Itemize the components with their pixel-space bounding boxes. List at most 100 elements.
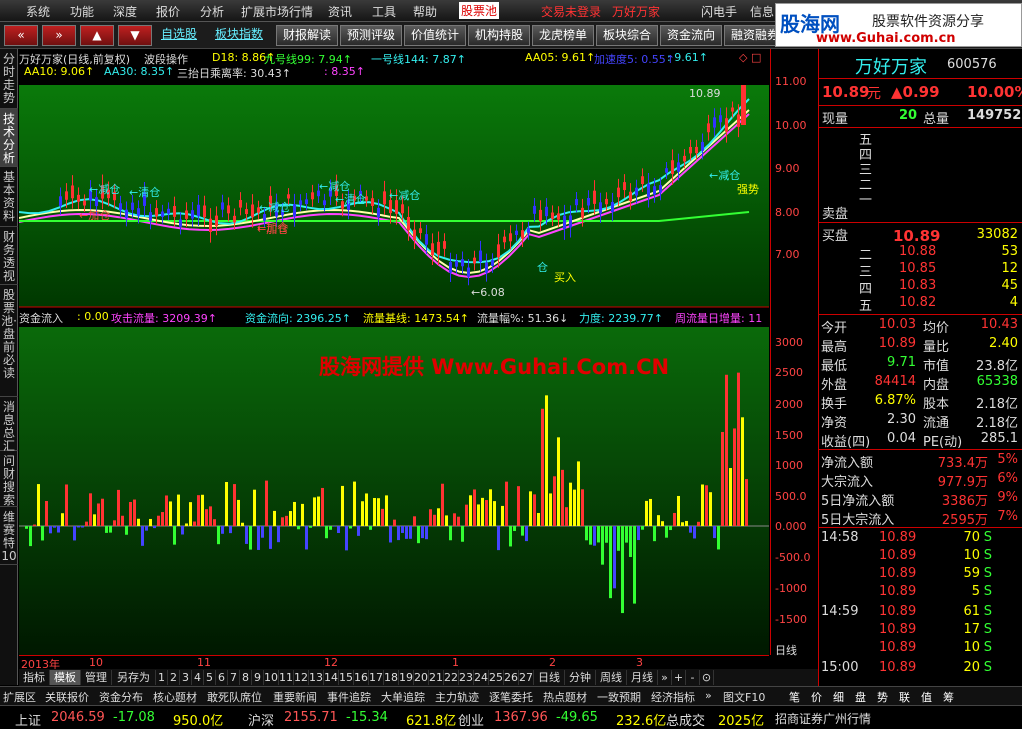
period-4[interactable]: 1: [156, 670, 168, 685]
left-tab-0[interactable]: 分时走势: [0, 49, 18, 109]
period-29[interactable]: 26: [504, 670, 519, 685]
period-38[interactable]: ⊙: [700, 670, 714, 685]
period-11[interactable]: 8: [240, 670, 252, 685]
period-14[interactable]: 11: [279, 670, 294, 685]
bottom-tab-20[interactable]: 联: [899, 689, 910, 705]
nav-button-0[interactable]: «: [4, 25, 38, 46]
bottom-tab-10[interactable]: 热点题材: [543, 689, 587, 705]
period-0[interactable]: 指标: [19, 670, 50, 685]
toolbar-link-0[interactable]: 自选股: [150, 25, 208, 46]
bottom-tab-17[interactable]: 细: [833, 689, 844, 705]
bottom-tab-1[interactable]: 关联报价: [45, 689, 89, 705]
period-36[interactable]: +: [672, 670, 686, 685]
menu-12[interactable]: 闪电手: [701, 3, 737, 20]
menu-7[interactable]: 工具: [372, 3, 396, 20]
period-34[interactable]: 月线: [627, 670, 658, 685]
menu-13[interactable]: 信息: [750, 3, 774, 20]
menu-8[interactable]: 帮助: [413, 3, 437, 20]
toolbar-button-5[interactable]: 板块综合: [596, 25, 658, 46]
period-24[interactable]: 21: [429, 670, 444, 685]
period-5[interactable]: 2: [168, 670, 180, 685]
period-3[interactable]: 另存为: [112, 670, 156, 685]
period-12[interactable]: 9: [252, 670, 264, 685]
bottom-tab-7[interactable]: 大单追踪: [381, 689, 425, 705]
toolbar-link-1[interactable]: 板块指数: [210, 25, 268, 46]
menu-5[interactable]: 扩展市场行情: [241, 3, 313, 20]
nav-button-2[interactable]: ▲: [80, 25, 114, 46]
bottom-tab-8[interactable]: 主力轨迹: [435, 689, 479, 705]
toolbar-button-0[interactable]: 财报解读: [276, 25, 338, 46]
left-tab-2[interactable]: 基本资料: [0, 167, 18, 227]
period-6[interactable]: 3: [180, 670, 192, 685]
period-32[interactable]: 分钟: [565, 670, 596, 685]
menu-3[interactable]: 报价: [156, 3, 180, 20]
period-8[interactable]: 5: [204, 670, 216, 685]
left-tab-6[interactable]: 问财搜索: [0, 451, 18, 507]
bottom-tab-22[interactable]: 筹: [943, 689, 954, 705]
bottom-tab-15[interactable]: 笔: [789, 689, 800, 705]
menu-1[interactable]: 功能: [70, 3, 94, 20]
bottom-tab-9[interactable]: 逐笔委托: [489, 689, 533, 705]
nav-button-1[interactable]: »: [42, 25, 76, 46]
period-27[interactable]: 24: [474, 670, 489, 685]
menu-10[interactable]: 交易未登录: [541, 3, 601, 20]
chart-area[interactable]: 万好万家(日线,前复权) 波段操作 D18: 8.86↑ 九号线99: 7.94↑ 一号…: [19, 49, 769, 655]
period-22[interactable]: 19: [399, 670, 414, 685]
left-tab-7[interactable]: 维赛特10: [0, 507, 18, 565]
period-16[interactable]: 13: [309, 670, 324, 685]
toolbar-button-4[interactable]: 龙虎榜单: [532, 25, 594, 46]
bottom-tab-4[interactable]: 敢死队席位: [207, 689, 262, 705]
period-18[interactable]: 15: [339, 670, 354, 685]
toolbar-button-1[interactable]: 预测评级: [340, 25, 402, 46]
period-35[interactable]: »: [658, 670, 672, 685]
buy-price-0: 10.89: [893, 227, 941, 245]
left-tab-3[interactable]: 财务透视: [0, 227, 18, 285]
menu-11[interactable]: 万好万家: [612, 3, 660, 20]
menu-6[interactable]: 资讯: [328, 3, 352, 20]
bottom-tab-12[interactable]: 经济指标: [651, 689, 695, 705]
left-tab-4[interactable]: 股票池·盘前必读: [0, 285, 18, 397]
menu-0[interactable]: 系统: [26, 3, 50, 20]
period-28[interactable]: 25: [489, 670, 504, 685]
period-31[interactable]: 日线: [534, 670, 565, 685]
period-23[interactable]: 20: [414, 670, 429, 685]
period-9[interactable]: 6: [216, 670, 228, 685]
period-17[interactable]: 14: [324, 670, 339, 685]
axis-period[interactable]: 日线: [775, 642, 797, 658]
menu-9[interactable]: 股票池: [459, 2, 500, 19]
bottom-tab-18[interactable]: 盘: [855, 689, 866, 705]
period-37[interactable]: -: [686, 670, 700, 685]
bottom-tab-19[interactable]: 势: [877, 689, 888, 705]
period-10[interactable]: 7: [228, 670, 240, 685]
period-15[interactable]: 12: [294, 670, 309, 685]
left-tab-1[interactable]: 技术分析: [0, 109, 18, 167]
bottom-tab-13[interactable]: »: [705, 689, 712, 702]
period-2[interactable]: 管理: [81, 670, 112, 685]
left-tab-5[interactable]: 消息总汇: [0, 397, 18, 453]
period-7[interactable]: 4: [192, 670, 204, 685]
toolbar-button-6[interactable]: 资金流向: [660, 25, 722, 46]
menu-2[interactable]: 深度: [113, 3, 137, 20]
bottom-tab-0[interactable]: 扩展区: [3, 689, 36, 705]
period-26[interactable]: 23: [459, 670, 474, 685]
period-13[interactable]: 10: [264, 670, 279, 685]
menu-4[interactable]: 分析: [200, 3, 224, 20]
bottom-tab-21[interactable]: 值: [921, 689, 932, 705]
bottom-tab-6[interactable]: 事件追踪: [327, 689, 371, 705]
bottom-tab-11[interactable]: 一致预期: [597, 689, 641, 705]
period-25[interactable]: 22: [444, 670, 459, 685]
bottom-tab-2[interactable]: 资金分布: [99, 689, 143, 705]
period-1[interactable]: 模板: [50, 670, 81, 685]
bottom-tab-3[interactable]: 核心题材: [153, 689, 197, 705]
period-30[interactable]: 27: [519, 670, 534, 685]
toolbar-button-3[interactable]: 机构持股: [468, 25, 530, 46]
nav-button-3[interactable]: ▼: [118, 25, 152, 46]
period-19[interactable]: 16: [354, 670, 369, 685]
toolbar-button-2[interactable]: 价值统计: [404, 25, 466, 46]
bottom-tab-16[interactable]: 价: [811, 689, 822, 705]
bottom-tab-5[interactable]: 重要新闻: [273, 689, 317, 705]
period-33[interactable]: 周线: [596, 670, 627, 685]
period-20[interactable]: 17: [369, 670, 384, 685]
period-21[interactable]: 18: [384, 670, 399, 685]
bottom-tab-14[interactable]: 图文F10: [723, 689, 765, 705]
